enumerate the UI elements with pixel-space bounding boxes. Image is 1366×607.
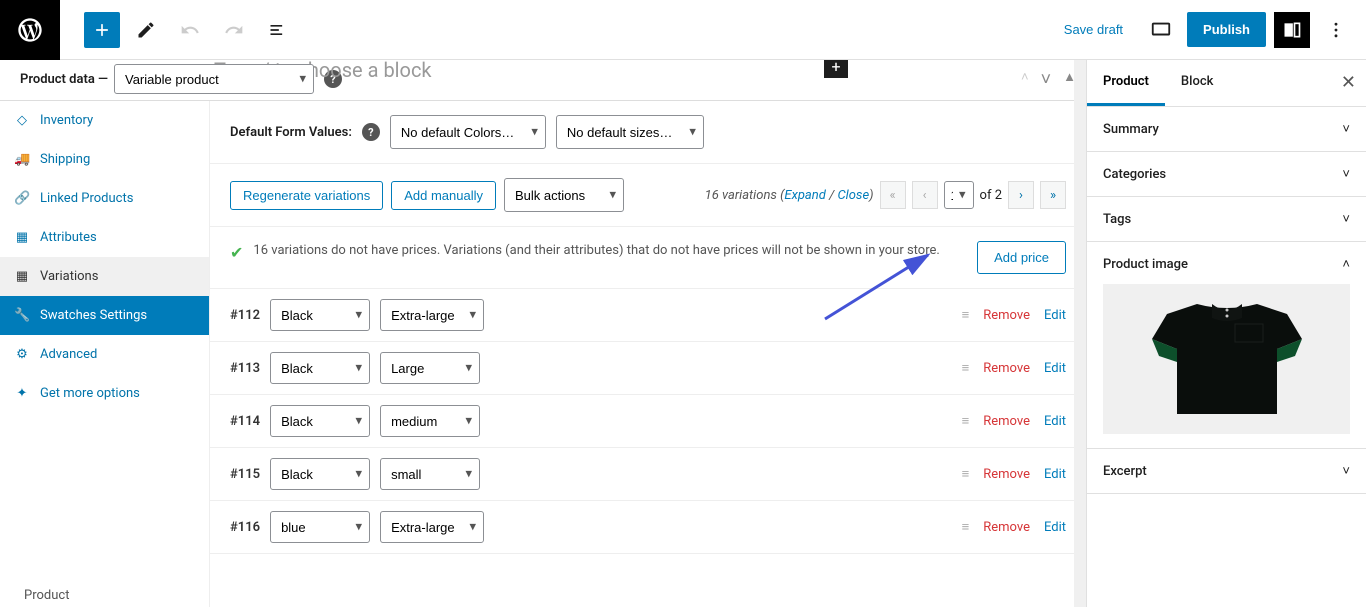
footer-breadcrumb: Product [0,584,93,607]
add-manually-button[interactable]: Add manually [391,181,496,210]
variation-row: #112 Black Extra-large ≡ Remove Edit [210,289,1086,342]
variation-size-select[interactable]: small [380,458,480,490]
drag-handle-icon[interactable]: ≡ [962,307,970,323]
edit-variation-link[interactable]: Edit [1044,414,1066,429]
panel-product-image: Product image˄ [1087,242,1366,449]
chevron-down-icon: ˅ [1342,166,1350,182]
panel-summary[interactable]: Summary˅ [1087,107,1366,152]
page-first-button[interactable]: « [880,181,906,209]
publish-button[interactable]: Publish [1187,12,1266,47]
product-image-thumbnail[interactable] [1103,284,1350,434]
undo-button[interactable] [172,12,208,48]
remove-variation-link[interactable]: Remove [983,520,1030,535]
variation-color-select[interactable]: Black [270,299,370,331]
edit-variation-link[interactable]: Edit [1044,467,1066,482]
drag-handle-icon[interactable]: ≡ [962,466,970,482]
success-check-icon: ✔ [230,243,243,262]
preview-button[interactable] [1143,12,1179,48]
chevron-up-icon[interactable]: ˄ [1342,256,1350,272]
edit-variation-link[interactable]: Edit [1044,520,1066,535]
drag-handle-icon[interactable]: ≡ [962,413,970,429]
tab-variations[interactable]: ▦Variations [0,257,209,296]
product-data-tabs: ◇Inventory 🚚Shipping 🔗Linked Products ▦A… [0,101,210,607]
variation-size-select[interactable]: Extra-large [380,299,484,331]
panel-tags[interactable]: Tags˅ [1087,197,1366,242]
inline-add-block-icon[interactable]: + [824,60,848,78]
page-prev-button[interactable]: ‹ [912,181,938,209]
variation-row: #115 Black small ≡ Remove Edit [210,448,1086,501]
settings-sidebar-toggle[interactable] [1274,12,1310,48]
add-price-button[interactable]: Add price [977,241,1066,274]
page-select[interactable]: 1 [944,181,974,209]
variation-row: #116 blue Extra-large ≡ Remove Edit [210,501,1086,554]
chevron-down-icon: ˅ [1342,121,1350,137]
editor-topbar: Save draft Publish [0,0,1366,60]
variation-color-select[interactable]: Black [270,458,370,490]
default-sizes-select[interactable]: No default sizes… [556,115,704,149]
more-options-button[interactable] [1318,12,1354,48]
variation-id: #115 [230,467,260,482]
variation-row: #113 Black Large ≡ Remove Edit [210,342,1086,395]
add-block-button[interactable] [84,12,120,48]
remove-variation-link[interactable]: Remove [983,361,1030,376]
chevron-down-icon[interactable]: ˅ [1041,69,1052,90]
page-total-label: of 2 [980,188,1002,203]
expand-link[interactable]: Expand [784,188,825,203]
variation-color-select[interactable]: Black [270,405,370,437]
bulk-actions-select[interactable]: Bulk actions [504,178,624,212]
wordpress-logo[interactable] [0,0,60,60]
product-data-label: Product data — [20,72,108,87]
tab-attributes[interactable]: ▦Attributes [0,218,209,257]
default-colors-select[interactable]: No default Colors… [390,115,546,149]
tab-advanced[interactable]: ⚙Advanced [0,335,209,374]
variation-id: #116 [230,520,260,535]
variation-size-select[interactable]: Extra-large [380,511,484,543]
edit-variation-link[interactable]: Edit [1044,361,1066,376]
save-draft-button[interactable]: Save draft [1052,14,1135,45]
sidebar-tab-block[interactable]: Block [1165,60,1229,106]
variations-count-text: 16 variations (Expand / Close) [705,188,874,203]
panel-excerpt[interactable]: Excerpt˅ [1087,449,1366,494]
default-form-values-label: Default Form Values: [230,125,352,140]
help-icon[interactable]: ? [362,123,380,141]
price-notice-text: 16 variations do not have prices. Variat… [253,241,967,261]
variation-size-select[interactable]: Large [380,352,480,384]
settings-sidebar: Product Block ✕ Summary˅ Categories˅ Tag… [1086,60,1366,607]
panel-categories[interactable]: Categories˅ [1087,152,1366,197]
tab-shipping[interactable]: 🚚Shipping [0,140,209,179]
product-type-select[interactable]: Variable product [114,64,314,94]
close-icon[interactable]: ✕ [1341,72,1356,93]
sidebar-tab-product[interactable]: Product [1087,60,1165,106]
page-next-button[interactable]: › [1008,181,1034,209]
drag-handle-icon[interactable]: ≡ [962,360,970,376]
tab-inventory[interactable]: ◇Inventory [0,101,209,140]
variation-color-select[interactable]: Black [270,352,370,384]
remove-variation-link[interactable]: Remove [983,308,1030,323]
variation-row: #114 Black medium ≡ Remove Edit [210,395,1086,448]
variation-size-select[interactable]: medium [380,405,480,437]
chevron-up-icon[interactable]: ˄ [1021,69,1029,90]
variation-id: #114 [230,414,260,429]
chevron-down-icon: ˅ [1342,463,1350,479]
page-last-button[interactable]: » [1040,181,1066,209]
close-link[interactable]: Close [837,188,869,203]
tab-get-more-options[interactable]: ✦Get more options [0,374,209,413]
chevron-down-icon: ˅ [1342,211,1350,227]
tab-swatches-settings[interactable]: 🔧Swatches Settings [0,296,209,335]
redo-button[interactable] [216,12,252,48]
drag-handle-icon[interactable]: ≡ [962,519,970,535]
variations-panel: Default Form Values: ? No default Colors… [210,101,1086,607]
remove-variation-link[interactable]: Remove [983,467,1030,482]
variation-id: #113 [230,361,260,376]
variation-color-select[interactable]: blue [270,511,370,543]
remove-variation-link[interactable]: Remove [983,414,1030,429]
edit-variation-link[interactable]: Edit [1044,308,1066,323]
variation-id: #112 [230,308,260,323]
tab-linked-products[interactable]: 🔗Linked Products [0,179,209,218]
regenerate-variations-button[interactable]: Regenerate variations [230,181,383,210]
document-outline-button[interactable] [260,12,296,48]
edit-draw-button[interactable] [128,12,164,48]
